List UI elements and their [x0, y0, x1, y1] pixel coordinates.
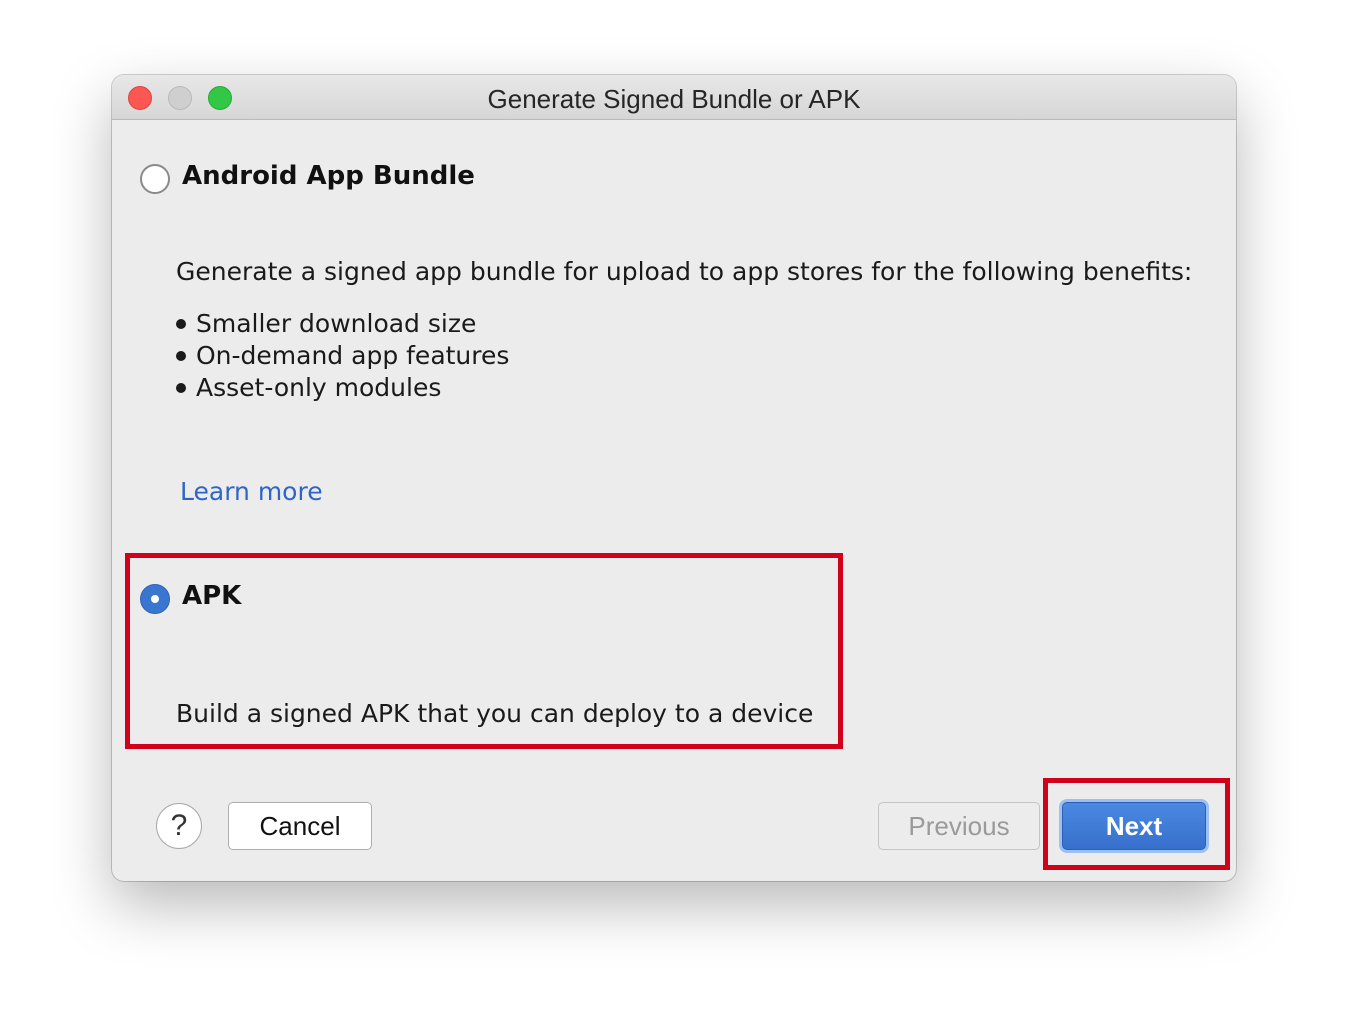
learn-more-link[interactable]: Learn more [180, 477, 323, 506]
bundle-option-label[interactable]: Android App Bundle [182, 161, 475, 191]
benefit-item: Smaller download size [176, 308, 509, 340]
apk-description: Build a signed APK that you can deploy t… [176, 699, 814, 728]
bundle-description: Generate a signed app bundle for upload … [176, 257, 1193, 286]
help-button[interactable]: ? [156, 803, 202, 849]
bullet-icon [176, 383, 186, 393]
benefits-list: Smaller download size On-demand app feat… [176, 308, 509, 404]
previous-button: Previous [878, 802, 1040, 850]
apk-option-label[interactable]: APK [182, 581, 241, 611]
benefit-item: Asset-only modules [176, 372, 509, 404]
bundle-radio[interactable] [140, 164, 170, 194]
cancel-button[interactable]: Cancel [228, 802, 372, 850]
bullet-icon [176, 351, 186, 361]
dialog-window: Generate Signed Bundle or APK Android Ap… [112, 75, 1236, 881]
radio-selected-dot [151, 595, 159, 603]
bullet-icon [176, 319, 186, 329]
title-bar[interactable]: Generate Signed Bundle or APK [112, 75, 1236, 120]
apk-radio[interactable] [140, 584, 170, 614]
benefit-item: On-demand app features [176, 340, 509, 372]
window-title: Generate Signed Bundle or APK [487, 84, 861, 114]
next-button[interactable]: Next [1062, 802, 1206, 850]
